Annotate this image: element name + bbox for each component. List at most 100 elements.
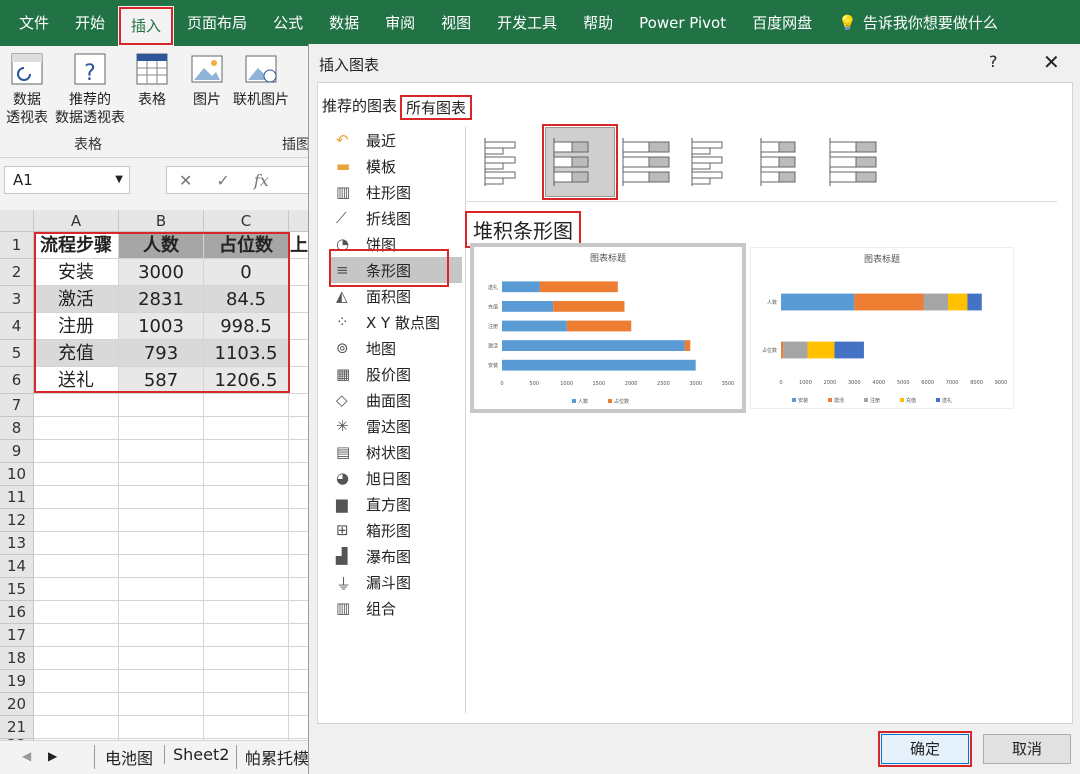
- col-header-c[interactable]: C: [204, 210, 289, 232]
- chart-type-sunburst[interactable]: ◕ 旭日图: [330, 465, 462, 491]
- subtype-clustered-bar[interactable]: [476, 127, 546, 197]
- subtype-3d-clustered-bar[interactable]: [683, 127, 753, 197]
- cell[interactable]: [34, 624, 119, 647]
- subtype-3d-100-stacked-bar[interactable]: [821, 127, 891, 197]
- cell[interactable]: [119, 486, 204, 509]
- tab-page-layout[interactable]: 页面布局: [174, 0, 260, 46]
- row-header[interactable]: 9: [0, 440, 34, 463]
- cell[interactable]: [204, 532, 289, 555]
- cell[interactable]: [204, 647, 289, 670]
- chart-type-stock[interactable]: ▦ 股价图: [330, 361, 462, 387]
- chart-type-histogram[interactable]: ▆ 直方图: [330, 491, 462, 517]
- tab-help[interactable]: 帮助: [570, 0, 626, 46]
- cell[interactable]: [289, 286, 310, 313]
- cell[interactable]: [119, 417, 204, 440]
- cell[interactable]: [204, 624, 289, 647]
- chart-type-scatter[interactable]: ⁘ X Y 散点图: [330, 309, 462, 335]
- cell[interactable]: [119, 394, 204, 417]
- help-icon[interactable]: ?: [989, 52, 998, 71]
- subtype-100-stacked-bar[interactable]: [614, 127, 684, 197]
- prev-sheet-icon[interactable]: ◀: [22, 749, 31, 763]
- cell[interactable]: [34, 463, 119, 486]
- picture-button[interactable]: 图片: [190, 52, 224, 109]
- cell[interactable]: [119, 532, 204, 555]
- chevron-down-icon[interactable]: ▼: [115, 167, 123, 193]
- row-header[interactable]: 12: [0, 509, 34, 532]
- cell[interactable]: [289, 716, 310, 739]
- cell[interactable]: [204, 716, 289, 739]
- row-header[interactable]: 13: [0, 532, 34, 555]
- row-header[interactable]: 16: [0, 601, 34, 624]
- row-header[interactable]: 20: [0, 693, 34, 716]
- col-header-d[interactable]: [289, 210, 310, 232]
- cell[interactable]: [119, 716, 204, 739]
- table-button[interactable]: 表格: [134, 52, 170, 109]
- tab-data[interactable]: 数据: [316, 0, 372, 46]
- cell[interactable]: [204, 555, 289, 578]
- cell[interactable]: [34, 509, 119, 532]
- col-header-b[interactable]: B: [119, 210, 204, 232]
- cell[interactable]: [289, 647, 310, 670]
- tab-file[interactable]: 文件: [6, 0, 62, 46]
- cell[interactable]: [119, 693, 204, 716]
- row-header[interactable]: 14: [0, 555, 34, 578]
- cell[interactable]: [34, 417, 119, 440]
- cancel-button[interactable]: 取消: [983, 734, 1071, 764]
- cell[interactable]: [119, 670, 204, 693]
- tab-home[interactable]: 开始: [62, 0, 118, 46]
- preview-option-1[interactable]: 图表标题 0 500 1000 1500 2000 2500 3000 3500 送礼 充值 注册 激活…: [470, 243, 746, 413]
- row-header[interactable]: 17: [0, 624, 34, 647]
- cell[interactable]: [204, 417, 289, 440]
- sheet-tab-pareto[interactable]: 帕累托模: [236, 745, 309, 769]
- chart-type-map[interactable]: ⊚ 地图: [330, 335, 462, 361]
- row-header[interactable]: 2: [0, 259, 34, 286]
- cell[interactable]: [204, 578, 289, 601]
- chart-type-templates[interactable]: ▬ 模板: [330, 153, 462, 179]
- cell[interactable]: [289, 532, 310, 555]
- cell[interactable]: [119, 463, 204, 486]
- row-header[interactable]: 5: [0, 340, 34, 367]
- row-header[interactable]: 7: [0, 394, 34, 417]
- sheet-tab-battery[interactable]: 电池图: [94, 745, 153, 769]
- cell[interactable]: [204, 693, 289, 716]
- cell[interactable]: [34, 578, 119, 601]
- tab-developer[interactable]: 开发工具: [484, 0, 570, 46]
- recommended-pivot-button[interactable]: ? 推荐的 数据透视表: [52, 52, 128, 127]
- cell[interactable]: [289, 417, 310, 440]
- row-header[interactable]: 6: [0, 367, 34, 394]
- cell[interactable]: 上: [289, 232, 310, 259]
- cell[interactable]: [289, 670, 310, 693]
- chart-type-line[interactable]: ⟋ 折线图: [330, 205, 462, 231]
- chart-type-funnel[interactable]: ⏚ 漏斗图: [330, 569, 462, 595]
- cell[interactable]: [289, 463, 310, 486]
- chart-type-recent[interactable]: ↶ 最近: [330, 127, 462, 153]
- online-picture-button[interactable]: 联机图片: [230, 52, 292, 109]
- subtype-stacked-bar[interactable]: [542, 124, 618, 200]
- cell[interactable]: [289, 486, 310, 509]
- row-header[interactable]: 1: [0, 232, 34, 259]
- chart-type-boxplot[interactable]: ⊞ 箱形图: [330, 517, 462, 543]
- cell[interactable]: [289, 601, 310, 624]
- cancel-icon[interactable]: ✕: [179, 171, 192, 190]
- row-header[interactable]: 3: [0, 286, 34, 313]
- cell[interactable]: [289, 555, 310, 578]
- row-header[interactable]: 4: [0, 313, 34, 340]
- chart-type-treemap[interactable]: ▤ 树状图: [330, 439, 462, 465]
- tab-recommended-charts[interactable]: 推荐的图表: [322, 95, 397, 116]
- row-header[interactable]: 10: [0, 463, 34, 486]
- cell[interactable]: [34, 394, 119, 417]
- cell[interactable]: [34, 693, 119, 716]
- cell[interactable]: [34, 670, 119, 693]
- cell[interactable]: [204, 440, 289, 463]
- cell[interactable]: [204, 394, 289, 417]
- fx-icon[interactable]: fx: [254, 171, 269, 190]
- cell[interactable]: [34, 716, 119, 739]
- tell-me[interactable]: 💡 告诉我你想要做什么: [825, 0, 1011, 46]
- cell[interactable]: [289, 693, 310, 716]
- cell[interactable]: [204, 463, 289, 486]
- row-header[interactable]: 18: [0, 647, 34, 670]
- tab-insert[interactable]: 插入: [118, 6, 175, 46]
- cell[interactable]: [289, 440, 310, 463]
- row-header[interactable]: 15: [0, 578, 34, 601]
- tab-power-pivot[interactable]: Power Pivot: [626, 0, 739, 46]
